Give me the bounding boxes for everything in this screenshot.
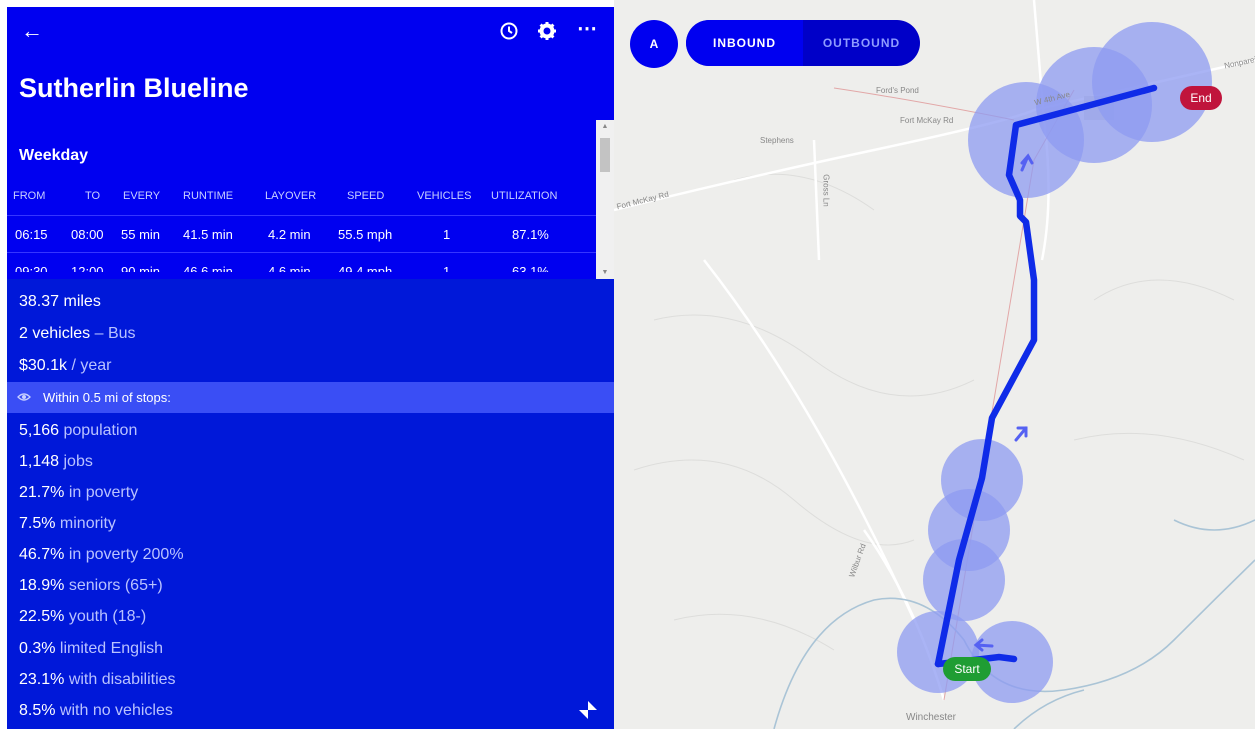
stat-miles: 38.37 miles bbox=[19, 293, 101, 311]
row-divider bbox=[7, 215, 596, 216]
stat-label: population bbox=[59, 422, 138, 439]
place-label: Fort McKay Rd bbox=[900, 116, 954, 125]
place-label: Gross Ln bbox=[821, 174, 831, 207]
table-row-clip: 09:30 12:00 90 min 46.6 min 4.6 min 49.4… bbox=[7, 253, 596, 272]
stat-label: jobs bbox=[59, 453, 93, 470]
cell-layover: 4.6 min bbox=[268, 264, 311, 272]
stat-item: 21.7% in poverty bbox=[19, 484, 138, 502]
cell-every: 90 min bbox=[121, 264, 161, 272]
scenario-button[interactable]: A bbox=[630, 20, 678, 68]
stat-value: 2 vehicles bbox=[19, 325, 91, 342]
stat-value: 46.7% bbox=[19, 546, 65, 563]
stat-label: minority bbox=[55, 515, 116, 532]
stat-item: 5,166 population bbox=[19, 422, 137, 440]
cell-speed: 49.4 mph bbox=[338, 264, 393, 272]
clock-icon[interactable] bbox=[498, 21, 520, 43]
cell-speed: 55.5 mph bbox=[338, 227, 393, 242]
stat-item: 46.7% in poverty 200% bbox=[19, 546, 184, 564]
cell-utilization: 87.1% bbox=[512, 227, 549, 242]
stat-value: 21.7% bbox=[19, 484, 65, 501]
col-header: FROM bbox=[13, 190, 46, 202]
col-header: RUNTIME bbox=[183, 190, 234, 202]
place-label: Winchester bbox=[906, 712, 957, 723]
schedule-scrollbar[interactable]: ▲ ▼ bbox=[596, 120, 614, 280]
stat-label: in poverty 200% bbox=[64, 546, 184, 563]
stat-label: youth (18-) bbox=[64, 608, 147, 625]
cell-from: 09:30 bbox=[15, 264, 48, 272]
stat-value: 38.37 miles bbox=[19, 293, 101, 310]
start-marker[interactable]: Start bbox=[943, 657, 991, 681]
route-stats bbox=[7, 279, 614, 729]
stat-item: 18.9% seniors (65+) bbox=[19, 577, 163, 595]
stat-value: 0.3% bbox=[19, 640, 56, 657]
scroll-down-icon[interactable]: ▼ bbox=[596, 266, 614, 280]
end-marker[interactable]: End bbox=[1180, 86, 1222, 110]
col-header: VEHICLES bbox=[417, 190, 472, 202]
col-header: UTILIZATION bbox=[491, 190, 558, 202]
stat-value: 7.5% bbox=[19, 515, 56, 532]
stat-item: 23.1% with disabilities bbox=[19, 671, 176, 689]
within-radius-toggle[interactable]: Within 0.5 mi of stops: bbox=[7, 382, 614, 413]
cell-to: 12:00 bbox=[71, 264, 104, 272]
stat-vehicles: 2 vehicles – Bus bbox=[19, 325, 136, 343]
map-canvas[interactable] bbox=[614, 0, 1255, 729]
more-icon[interactable]: ⋯ bbox=[576, 19, 598, 43]
stat-value: 8.5% bbox=[19, 702, 56, 719]
inbound-button[interactable]: INBOUND bbox=[686, 20, 803, 66]
stat-item: 22.5% youth (18-) bbox=[19, 608, 146, 626]
stat-item: 1,148 jobs bbox=[19, 453, 93, 471]
col-header: EVERY bbox=[123, 190, 161, 202]
cell-to: 08:00 bbox=[71, 227, 104, 242]
cell-vehicles: 1 bbox=[443, 227, 451, 242]
stat-item: 8.5% with no vehicles bbox=[19, 702, 173, 720]
cell-runtime: 46.6 min bbox=[183, 264, 233, 272]
eye-icon bbox=[17, 393, 31, 401]
schedule-title: Weekday bbox=[19, 147, 89, 164]
stat-value: 1,148 bbox=[19, 453, 60, 470]
stat-label: in poverty bbox=[64, 484, 139, 501]
stat-label: with no vehicles bbox=[55, 702, 173, 719]
cell-every: 55 min bbox=[121, 227, 161, 242]
col-header: SPEED bbox=[347, 190, 385, 202]
collapse-icon[interactable] bbox=[575, 697, 601, 723]
place-label: Stephens bbox=[760, 136, 794, 145]
stat-value: $30.1k bbox=[19, 357, 68, 374]
stat-label: seniors (65+) bbox=[64, 577, 163, 594]
route-panel: ← ⋯ Sutherlin Blueline Weekday FROM TO E… bbox=[7, 7, 614, 729]
outbound-button[interactable]: OUTBOUND bbox=[803, 20, 920, 66]
stat-value: 22.5% bbox=[19, 608, 65, 625]
cell-runtime: 41.5 min bbox=[183, 227, 233, 242]
map-view[interactable]: Ford's Pond Fort McKay Rd Fort McKay Rd … bbox=[614, 0, 1255, 729]
stat-label: – Bus bbox=[90, 325, 136, 342]
stat-value: 23.1% bbox=[19, 671, 65, 688]
stat-value: 5,166 bbox=[19, 422, 60, 439]
table-row[interactable]: 09:30 12:00 90 min 46.6 min 4.6 min 49.4… bbox=[7, 264, 596, 272]
stat-label: / year bbox=[67, 357, 112, 374]
cell-vehicles: 1 bbox=[443, 264, 451, 272]
within-label: Within 0.5 mi of stops: bbox=[43, 390, 171, 405]
cell-utilization: 63.1% bbox=[512, 264, 549, 272]
stat-cost: $30.1k / year bbox=[19, 357, 112, 375]
stat-label: limited English bbox=[55, 640, 164, 657]
col-header: TO bbox=[85, 190, 101, 202]
place-label: Ford's Pond bbox=[876, 86, 919, 95]
stat-value: 18.9% bbox=[19, 577, 65, 594]
direction-toggle: INBOUND OUTBOUND bbox=[686, 20, 920, 66]
panel-toolbar: ← ⋯ bbox=[7, 7, 614, 57]
arrow-left-icon[interactable]: ← bbox=[21, 19, 45, 43]
schedule-header-row: FROM TO EVERY RUNTIME LAYOVER SPEED VEHI… bbox=[7, 183, 596, 211]
scroll-up-icon[interactable]: ▲ bbox=[596, 120, 614, 134]
cell-from: 06:15 bbox=[15, 227, 48, 242]
table-row[interactable]: 06:15 08:00 55 min 41.5 min 4.2 min 55.5… bbox=[7, 227, 596, 255]
gear-icon[interactable] bbox=[536, 21, 558, 43]
stat-item: 0.3% limited English bbox=[19, 640, 163, 658]
page-title: Sutherlin Blueline bbox=[19, 73, 249, 103]
stat-item: 7.5% minority bbox=[19, 515, 116, 533]
cell-layover: 4.2 min bbox=[268, 227, 311, 242]
col-header: LAYOVER bbox=[265, 190, 317, 202]
stat-label: with disabilities bbox=[64, 671, 176, 688]
scrollbar-thumb[interactable] bbox=[600, 138, 610, 172]
